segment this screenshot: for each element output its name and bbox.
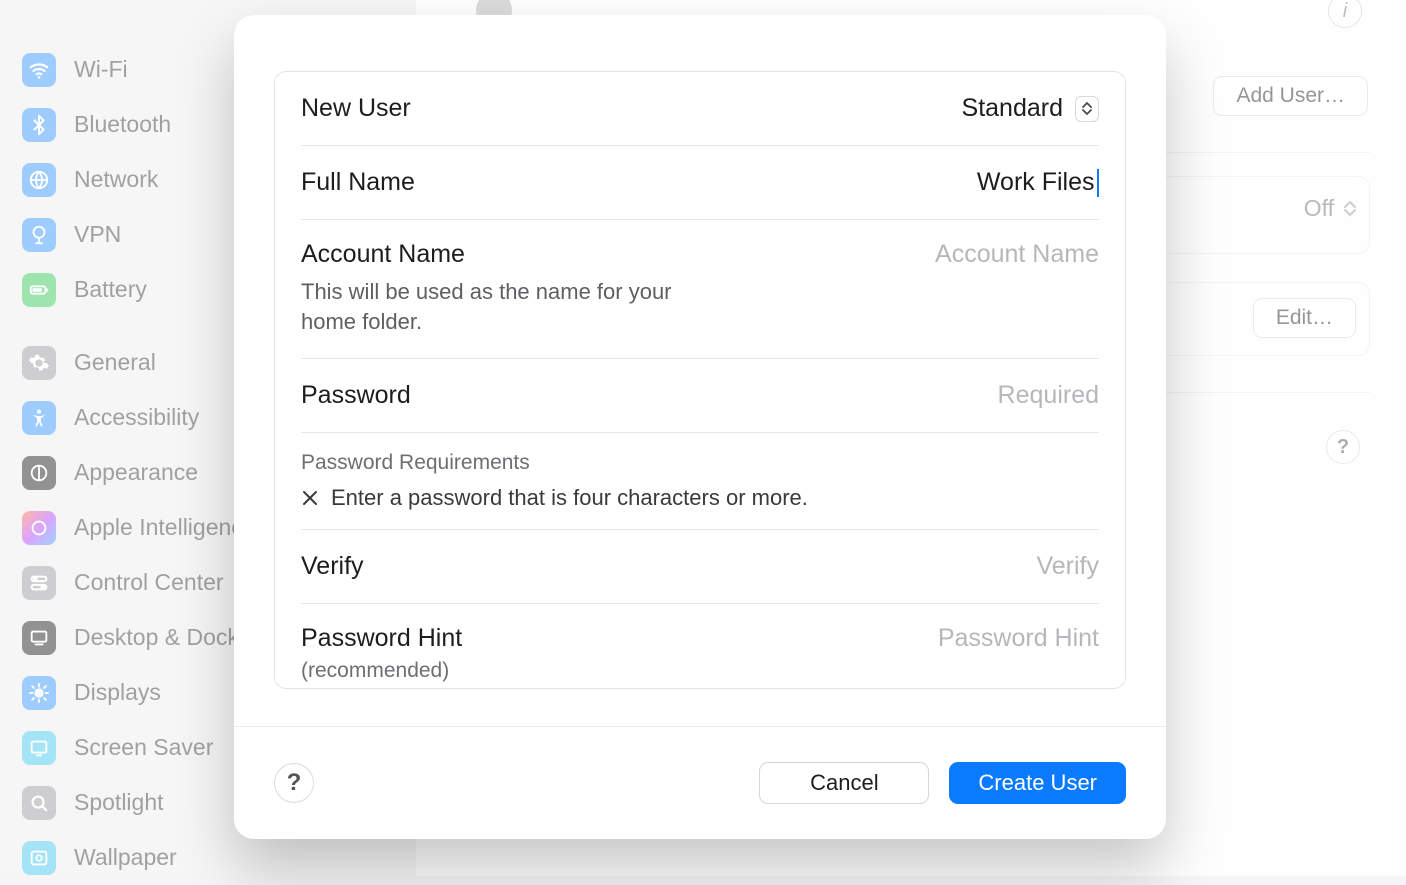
row-account-name: Account Name This will be used as the na…	[275, 220, 1125, 358]
hint-sublabel: (recommended)	[301, 659, 462, 683]
row-password-hint: Password Hint (recommended)	[275, 604, 1125, 707]
account-name-hint: This will be used as the name for your h…	[301, 277, 709, 336]
dialog-body: New User Standard Full Name Work Files	[274, 71, 1126, 689]
password-input[interactable]	[679, 381, 1099, 410]
password-label: Password	[301, 381, 411, 410]
hint-label: Password Hint	[301, 624, 462, 653]
password-req-rule: Enter a password that is four characters…	[331, 485, 808, 511]
new-user-label: New User	[301, 94, 411, 123]
updown-icon	[1075, 96, 1099, 122]
cancel-button[interactable]: Cancel	[759, 762, 929, 804]
user-type-select[interactable]: Standard	[962, 94, 1099, 123]
dialog-footer: ? Cancel Create User	[234, 727, 1166, 839]
row-password-requirements: Password Requirements Enter a password t…	[275, 433, 1125, 529]
verify-label: Verify	[301, 552, 364, 581]
create-user-button[interactable]: Create User	[949, 762, 1126, 804]
account-name-input[interactable]	[709, 240, 1099, 269]
verify-input[interactable]	[679, 552, 1099, 581]
row-verify: Verify	[275, 530, 1125, 603]
add-user-dialog: New User Standard Full Name Work Files	[234, 15, 1166, 839]
full-name-value[interactable]: Work Files	[977, 168, 1095, 197]
user-type-value: Standard	[962, 94, 1063, 123]
password-req-title: Password Requirements	[301, 451, 1099, 475]
hint-input[interactable]	[679, 624, 1099, 653]
account-name-label: Account Name	[301, 240, 709, 269]
row-full-name: Full Name Work Files	[275, 146, 1125, 219]
row-user-type: New User Standard	[275, 72, 1125, 145]
help-button[interactable]: ?	[274, 763, 314, 803]
x-icon	[301, 489, 319, 507]
text-cursor	[1097, 169, 1100, 197]
full-name-label: Full Name	[301, 168, 415, 197]
row-password: Password	[275, 359, 1125, 432]
